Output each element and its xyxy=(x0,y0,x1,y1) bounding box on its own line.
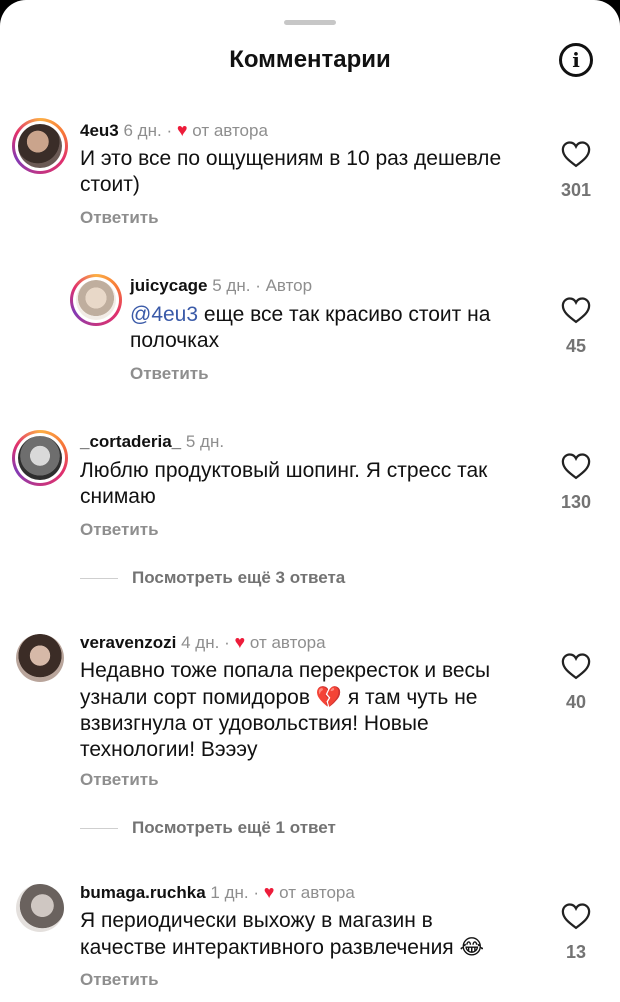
comment-text: И это все по ощущениям в 10 раз дешевле … xyxy=(80,147,502,196)
heart-outline-icon[interactable] xyxy=(561,452,591,480)
comment-text: Люблю продуктовый шопинг. Я стресс так с… xyxy=(80,459,488,508)
heart-outline-icon[interactable] xyxy=(561,902,591,930)
like-control[interactable]: 45 xyxy=(548,296,604,357)
mention-link[interactable]: @4eu3 xyxy=(130,303,198,326)
broken-heart-emoji: 💔 xyxy=(315,685,342,709)
like-control[interactable]: 40 xyxy=(548,652,604,713)
like-control[interactable]: 301 xyxy=(548,140,604,201)
comment-username[interactable]: _cortaderia_ xyxy=(80,432,181,451)
avatar[interactable] xyxy=(70,274,122,326)
comment-time: 6 дн. xyxy=(123,121,162,140)
comment-text: @4eu3 еще все так красиво стоит на полоч… xyxy=(130,303,491,352)
comment-text: Я периодически выхожу в магазин в качест… xyxy=(80,909,485,959)
comment-username[interactable]: 4eu3 xyxy=(80,121,119,140)
comment-time: 1 дн. xyxy=(210,883,249,902)
author-badge: Автор xyxy=(265,276,313,295)
heart-filled-icon: ♥ xyxy=(176,120,188,140)
heart-outline-icon[interactable] xyxy=(561,140,591,168)
comment-time: 4 дн. xyxy=(181,633,220,652)
like-control[interactable]: 130 xyxy=(548,452,604,513)
author-like-label: от автора xyxy=(249,633,326,652)
avatar[interactable] xyxy=(12,880,68,936)
avatar[interactable] xyxy=(12,430,68,486)
heart-outline-icon[interactable] xyxy=(561,652,591,680)
laughing-emoji: 😂 xyxy=(459,935,485,959)
reply-button[interactable]: Ответить xyxy=(80,770,159,790)
reply-button[interactable]: Ответить xyxy=(80,520,159,540)
comment-username[interactable]: juicycage xyxy=(130,276,208,295)
drag-handle[interactable] xyxy=(284,20,336,25)
page-title: Комментарии xyxy=(229,46,391,73)
reply-button[interactable]: Ответить xyxy=(80,970,159,990)
heart-outline-icon[interactable] xyxy=(561,296,591,324)
reply-button[interactable]: Ответить xyxy=(130,364,209,384)
view-more-replies[interactable]: Посмотреть ещё 1 ответ xyxy=(80,818,336,838)
comment-time: 5 дн. xyxy=(185,432,225,451)
info-icon[interactable]: i xyxy=(559,43,593,77)
comment-time: 5 дн. xyxy=(212,276,251,295)
view-more-replies[interactable]: Посмотреть ещё 3 ответа xyxy=(80,568,345,588)
divider xyxy=(80,828,118,830)
comment-username[interactable]: bumaga.ruchka xyxy=(80,883,206,902)
like-count: 40 xyxy=(565,692,587,712)
heart-filled-icon: ♥ xyxy=(263,882,275,902)
like-count: 301 xyxy=(560,180,592,200)
comment-username[interactable]: veravenzozi xyxy=(80,633,176,652)
divider xyxy=(80,578,118,580)
author-like-label: от автора xyxy=(279,883,355,902)
like-count: 13 xyxy=(565,942,587,962)
heart-filled-icon: ♥ xyxy=(234,632,246,652)
avatar[interactable] xyxy=(12,630,68,686)
comment-text: Недавно тоже попала перекресток и весы у… xyxy=(80,659,491,761)
like-control[interactable]: 13 xyxy=(548,902,604,963)
avatar[interactable] xyxy=(12,118,68,174)
like-count: 130 xyxy=(560,492,592,512)
comments-sheet: Комментарии i 4eu3 6 дн. · ♥ от автора И… xyxy=(0,0,620,1002)
reply-button[interactable]: Ответить xyxy=(80,208,159,228)
like-count: 45 xyxy=(565,336,587,356)
author-like-label: от автора xyxy=(192,121,268,140)
